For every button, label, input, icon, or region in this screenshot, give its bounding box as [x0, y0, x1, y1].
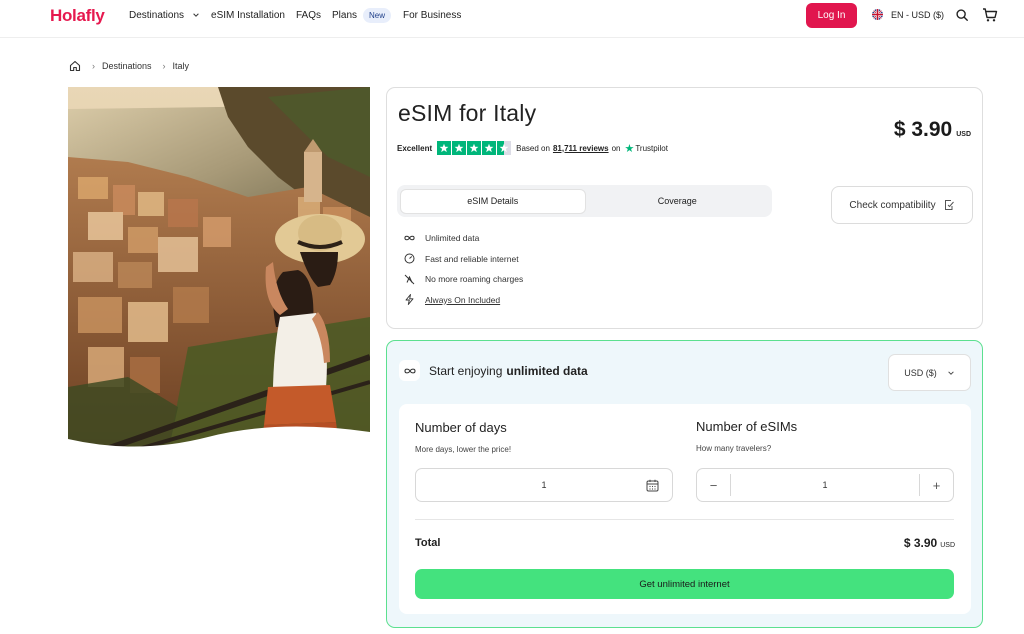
breadcrumb-destinations[interactable]: Destinations: [102, 61, 152, 71]
days-input[interactable]: 1: [415, 468, 673, 502]
based-on-text: Based on: [516, 143, 550, 153]
device-check-icon: [944, 200, 954, 210]
breadcrumb-separator: ›: [162, 61, 166, 71]
check-compatibility-label: Check compatibility: [849, 199, 936, 211]
feature-label: No more roaming charges: [425, 274, 524, 285]
infinity-icon: [399, 360, 420, 381]
nav-plans-label: Plans: [331, 9, 357, 21]
breadcrumb-separator: ›: [92, 61, 95, 71]
heading-bold: unlimited data: [506, 363, 588, 378]
always-on-link[interactable]: Always On Included: [425, 295, 500, 305]
product-card: eSIM for Italy Excellent Based on 81,711…: [386, 87, 983, 329]
no-roaming-icon: [404, 274, 415, 285]
total-amount: $ 3.90: [903, 536, 938, 550]
trustpilot-logo[interactable]: ★ Trustpilot: [624, 142, 667, 155]
login-button[interactable]: Log In: [806, 3, 857, 28]
rating-stars: [437, 141, 512, 155]
holafly-logo[interactable]: Holafly: [50, 6, 105, 26]
decrement-button[interactable]: −: [697, 469, 730, 501]
star-icon: [467, 141, 482, 155]
price-amount: $ 3.90: [893, 118, 953, 141]
purchase-heading: Start enjoying unlimited data: [399, 360, 588, 381]
star-icon: [452, 141, 467, 155]
product-title: eSIM for Italy: [398, 100, 537, 126]
currency-select[interactable]: USD ($): [888, 354, 971, 391]
esims-label: Number of eSIMs: [696, 419, 798, 434]
nav-esim-installation[interactable]: eSIM Installation: [211, 10, 285, 21]
star-icon: [482, 141, 497, 155]
nav-for-business[interactable]: For Business: [403, 10, 461, 21]
half-star-icon: [497, 141, 512, 155]
total-label: Total: [415, 537, 441, 549]
days-label: Number of days: [415, 420, 507, 435]
infinity-icon: [404, 233, 415, 244]
calendar-icon[interactable]: [646, 479, 659, 492]
cart-icon[interactable]: [982, 7, 998, 23]
feature-label: Fast and reliable internet: [425, 253, 519, 264]
esims-value[interactable]: 1: [730, 474, 920, 496]
product-price: $ 3.90 USD: [894, 118, 971, 142]
italy-hero-image: [68, 87, 370, 452]
product-tabs: eSIM Details Coverage: [397, 185, 772, 217]
rating-label: Excellent: [397, 143, 433, 153]
nav-destinations[interactable]: Destinations: [129, 10, 200, 21]
feature-list: Unlimited data Fast and reliable interne…: [404, 228, 523, 310]
feature-item: Unlimited data: [404, 228, 523, 249]
feature-item: Fast and reliable internet: [404, 249, 523, 270]
get-unlimited-internet-button[interactable]: Get unlimited internet: [415, 569, 954, 599]
feature-item: No more roaming charges: [404, 269, 523, 290]
language-label: EN - USD ($): [891, 9, 945, 20]
nav-destinations-label: Destinations: [129, 9, 185, 21]
heading-prefix: Start enjoying: [429, 363, 503, 378]
esims-sublabel: How many travelers?: [696, 444, 772, 453]
chevron-down-icon: [948, 370, 954, 375]
trustpilot-rating: Excellent Based on 81,711 reviews on ★ T…: [397, 141, 668, 155]
feature-item: Always On Included: [404, 290, 523, 311]
tab-coverage[interactable]: Coverage: [586, 189, 770, 214]
new-badge: New: [363, 7, 392, 23]
search-icon[interactable]: [955, 8, 969, 22]
trustpilot-star-icon: ★: [624, 142, 635, 155]
price-currency: USD: [956, 131, 971, 138]
uk-flag-icon: [872, 9, 883, 20]
currency-select-label: USD ($): [904, 367, 937, 378]
trustpilot-label: Trustpilot: [635, 143, 668, 153]
home-icon[interactable]: [69, 60, 81, 72]
chevron-down-icon: [193, 13, 199, 17]
increment-button[interactable]: +: [920, 469, 953, 501]
tab-esim-details[interactable]: eSIM Details: [400, 188, 586, 214]
star-icon: [437, 141, 452, 155]
language-selector[interactable]: EN - USD ($): [872, 9, 944, 20]
total-value: $ 3.90 USD: [904, 536, 955, 550]
lightning-icon: [404, 294, 415, 306]
speedometer-icon: [404, 253, 415, 264]
order-form: Number of days More days, lower the pric…: [399, 404, 971, 614]
total-currency: USD: [940, 542, 955, 549]
days-sublabel: More days, lower the price!: [415, 445, 512, 454]
feature-label: Unlimited data: [425, 233, 480, 244]
breadcrumb-current: Italy: [172, 61, 190, 71]
check-compatibility-button[interactable]: Check compatibility: [831, 186, 973, 224]
divider: [415, 519, 954, 520]
esims-stepper: − 1 +: [696, 468, 954, 502]
reviews-link[interactable]: 81,711 reviews: [553, 144, 609, 153]
nav-faqs[interactable]: FAQs: [296, 10, 321, 21]
nav-plans[interactable]: Plans New: [331, 7, 392, 23]
main-nav: Destinations eSIM Installation FAQs Plan…: [129, 0, 472, 30]
breadcrumb: › Destinations › Italy: [69, 60, 189, 72]
site-header: Holafly Destinations eSIM Installation F…: [0, 0, 1024, 38]
on-text: on: [611, 143, 621, 153]
days-value: 1: [541, 480, 547, 490]
purchase-panel: Start enjoying unlimited data USD ($) Nu…: [386, 340, 983, 628]
